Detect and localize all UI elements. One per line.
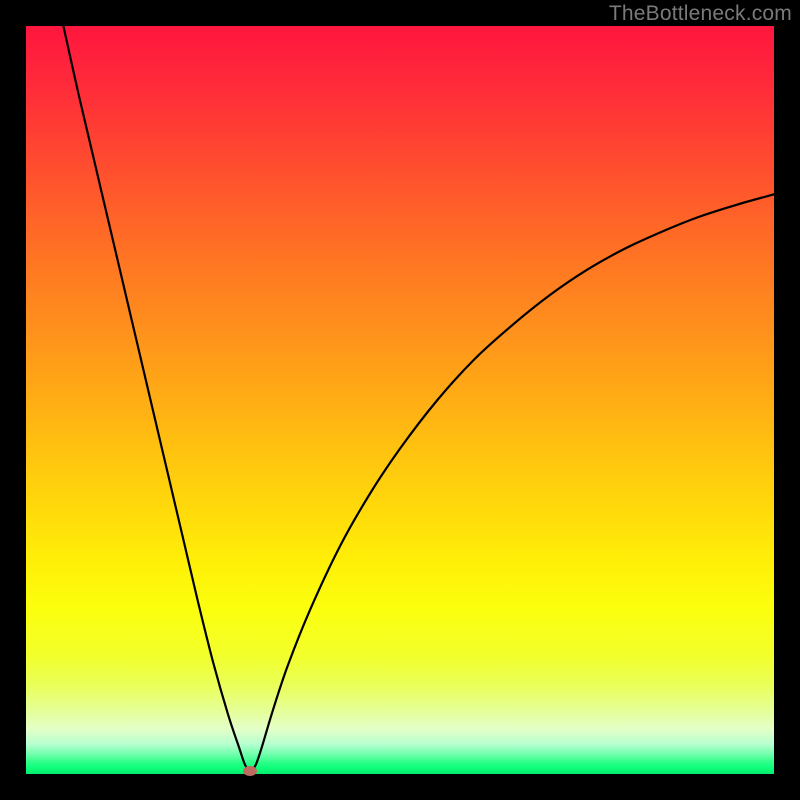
bottleneck-curve [26, 26, 774, 774]
chart-frame: TheBottleneck.com [0, 0, 800, 800]
optimal-point-marker [243, 766, 257, 776]
plot-area [26, 26, 774, 774]
watermark-text: TheBottleneck.com [609, 2, 792, 26]
